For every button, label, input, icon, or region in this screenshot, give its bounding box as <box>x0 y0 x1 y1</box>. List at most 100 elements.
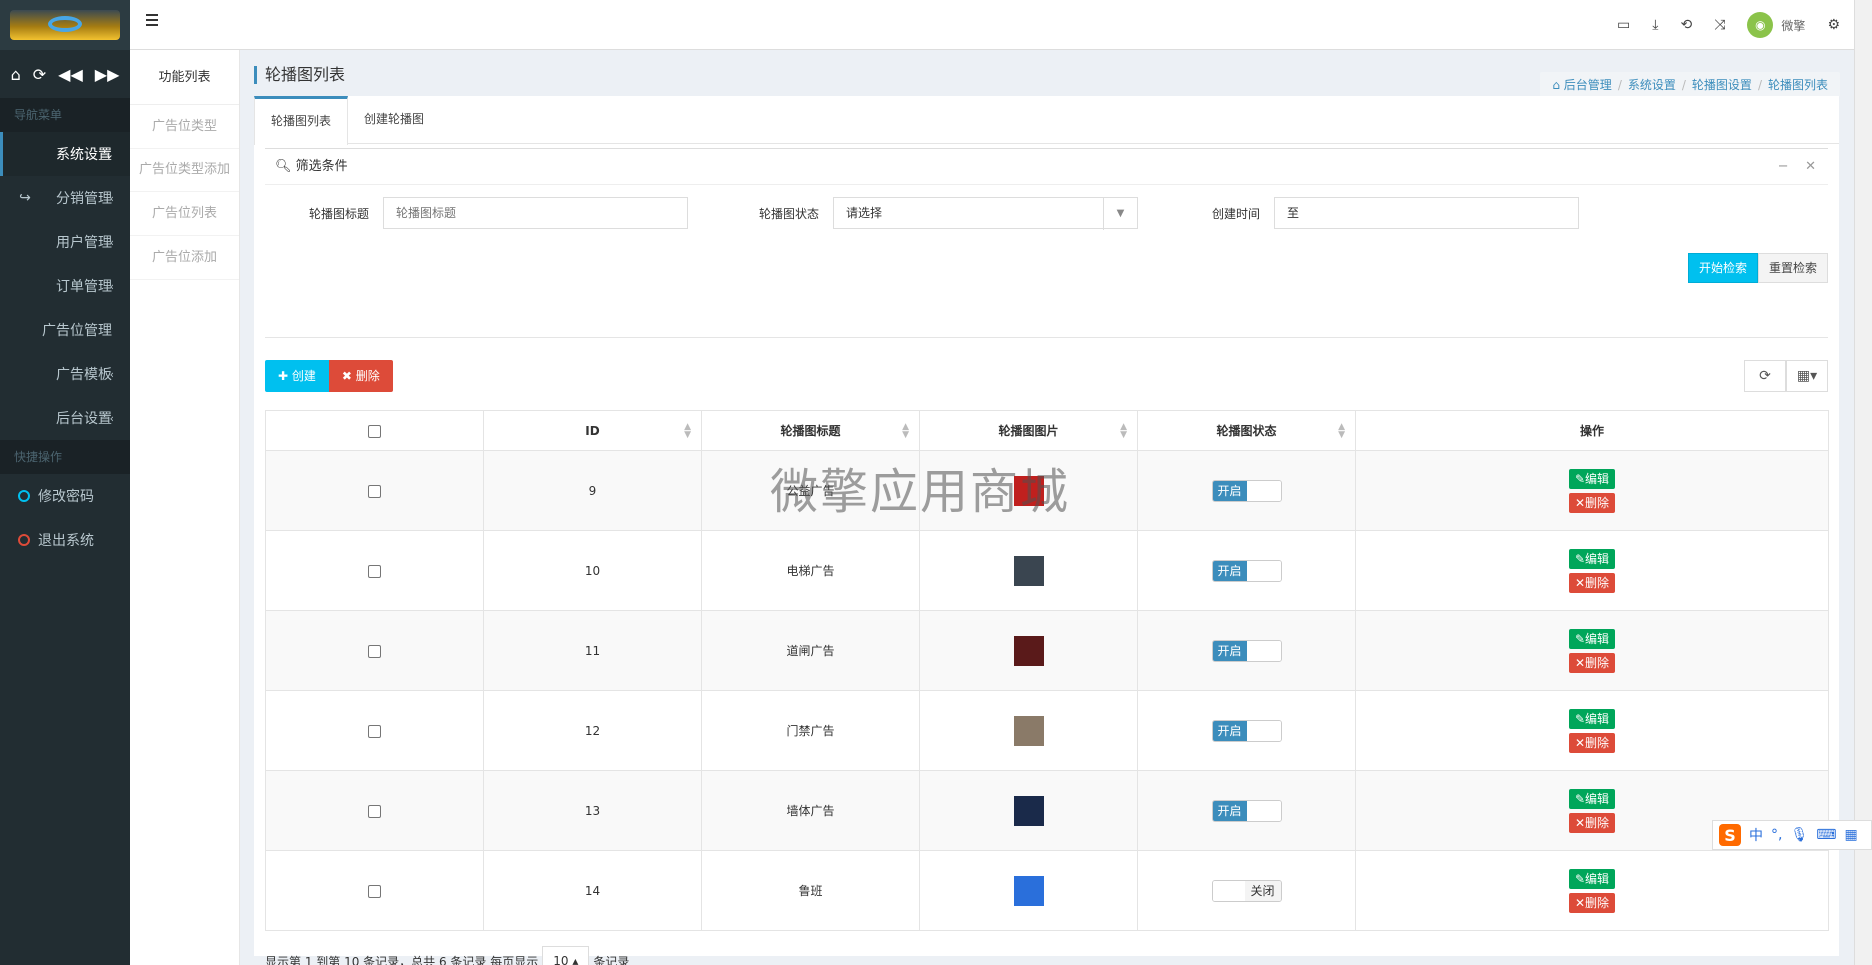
row-checkbox[interactable] <box>368 884 381 898</box>
refresh-icon[interactable]: ⟲ <box>1680 17 1692 33</box>
title-search-input[interactable] <box>383 197 688 229</box>
row-checkbox[interactable] <box>368 804 381 818</box>
status-select[interactable]: 请选择 ▼ <box>833 197 1138 230</box>
sub-item-add-ad-slot[interactable]: 广告位添加 <box>130 236 239 280</box>
tab-create[interactable]: 创建轮播图 <box>348 96 440 143</box>
row-select-cell <box>265 850 484 931</box>
sidebar-item-system-settings[interactable]: 系统设置 ⌄ <box>0 132 130 176</box>
shuffle-icon[interactable]: ⤨ <box>1714 17 1725 33</box>
sidebar-item-users[interactable]: 用户管理 ‹ <box>0 220 130 264</box>
monitor-icon[interactable]: ▭ <box>1617 17 1630 33</box>
circle-icon <box>18 534 30 546</box>
filter-time-group: 创建时间 至 <box>1180 197 1579 229</box>
home-icon[interactable]: ⌂ <box>11 65 21 84</box>
breadcrumb-home[interactable]: ⌂ 后台管理 <box>1552 78 1611 92</box>
cell-status: 开启 <box>1137 610 1356 691</box>
delete-button[interactable]: ✖ 删除 <box>328 360 393 392</box>
breadcrumb-item[interactable]: 系统设置 <box>1628 78 1676 92</box>
row-delete-button[interactable]: ✕删除 <box>1568 812 1616 833</box>
toggle-label: 开启 <box>1212 560 1247 581</box>
status-toggle[interactable]: 开启 <box>1211 799 1282 822</box>
banner-thumbnail[interactable] <box>1013 715 1044 746</box>
gear-icon[interactable]: ⚙ <box>1827 17 1840 33</box>
select-all-checkbox[interactable] <box>368 424 381 438</box>
sidebar-item-distribution[interactable]: ↪ 分销管理 ‹ <box>0 176 130 220</box>
date-range-input[interactable]: 至 <box>1274 197 1579 229</box>
punctuation-icon[interactable]: °, <box>1771 827 1782 843</box>
row-delete-button[interactable]: ✕删除 <box>1568 572 1616 593</box>
column-header-image[interactable]: 轮播图图片 ▲ ▼ <box>919 410 1138 451</box>
sidebar-item-admin-settings[interactable]: 后台设置 ‹ <box>0 396 130 440</box>
column-header-title[interactable]: 轮播图标题 ▲ ▼ <box>701 410 920 451</box>
edit-icon: ✎ <box>1574 551 1586 566</box>
edit-button[interactable]: ✎编辑 <box>1568 628 1616 649</box>
chevron-left-icon: ‹ <box>109 279 114 293</box>
cell-status: 开启 <box>1137 690 1356 771</box>
banner-thumbnail[interactable] <box>1013 475 1044 506</box>
banner-thumbnail[interactable] <box>1013 875 1044 906</box>
sidebar-item-orders[interactable]: 订单管理 ‹ <box>0 264 130 308</box>
banner-thumbnail[interactable] <box>1013 555 1044 586</box>
edit-button[interactable]: ✎编辑 <box>1568 788 1616 809</box>
edit-button[interactable]: ✎编辑 <box>1568 868 1616 889</box>
row-delete-button[interactable]: ✕删除 <box>1568 732 1616 753</box>
forward-icon[interactable]: ▶▶ <box>95 65 120 84</box>
grid-icon[interactable]: ▦ <box>1844 827 1857 843</box>
row-checkbox[interactable] <box>368 564 381 578</box>
sub-item-add-ad-slot-type[interactable]: 广告位类型添加 <box>130 149 239 192</box>
columns-button[interactable]: ▦▾ <box>1786 360 1828 392</box>
sidebar-item-label: 修改密码 <box>38 489 94 505</box>
row-delete-button[interactable]: ✕删除 <box>1568 892 1616 913</box>
reset-button[interactable]: 重置检索 <box>1757 253 1828 283</box>
sub-item-ad-slot-types[interactable]: 广告位类型 <box>130 105 239 149</box>
column-header-id[interactable]: ID ▲ ▼ <box>483 410 702 451</box>
breadcrumb-item[interactable]: 轮播图列表 <box>1768 78 1828 92</box>
breadcrumb-item[interactable]: 轮播图设置 <box>1692 78 1752 92</box>
refresh-icon[interactable]: ⟳ <box>33 65 46 84</box>
chevron-left-icon: ‹ <box>109 367 114 381</box>
refresh-button[interactable]: ⟳ <box>1744 360 1786 392</box>
user-name: 微擎 <box>1781 18 1806 33</box>
sub-item-ad-slot-list[interactable]: 广告位列表 <box>130 192 239 236</box>
user-menu[interactable]: ◉ 微擎 <box>1747 12 1805 38</box>
banner-thumbnail[interactable] <box>1013 795 1044 826</box>
microphone-icon[interactable]: 🎙︎ <box>1790 827 1808 843</box>
search-button[interactable]: 开始检索 <box>1687 253 1758 283</box>
keyboard-icon[interactable]: ⌨ <box>1816 827 1836 843</box>
edit-button[interactable]: ✎编辑 <box>1568 548 1616 569</box>
cell-image <box>919 530 1138 611</box>
status-toggle[interactable]: 关闭 <box>1211 879 1282 902</box>
tab-list[interactable]: 轮播图列表 <box>254 96 349 145</box>
ime-toolbar[interactable]: S 中 °, 🎙︎ ⌨ ▦ <box>1712 820 1872 850</box>
menu-toggle-icon[interactable] <box>146 14 158 26</box>
row-checkbox[interactable] <box>368 484 381 498</box>
edit-button[interactable]: ✎编辑 <box>1568 708 1616 729</box>
column-header-status[interactable]: 轮播图状态 ▲ ▼ <box>1137 410 1356 451</box>
status-toggle[interactable]: 开启 <box>1211 719 1282 742</box>
quick-section-header: 快捷操作 <box>0 440 130 474</box>
row-checkbox[interactable] <box>368 724 381 738</box>
logo[interactable] <box>0 0 130 50</box>
status-toggle[interactable]: 开启 <box>1211 559 1282 582</box>
status-toggle[interactable]: 开启 <box>1211 479 1282 502</box>
status-toggle[interactable]: 开启 <box>1211 639 1282 662</box>
collapse-icon[interactable]: − <box>1778 159 1789 174</box>
download-icon[interactable]: ⤓ <box>1652 17 1658 33</box>
page-title: 轮播图列表 <box>254 66 345 84</box>
page-size-select[interactable]: 10 ▴ <box>542 946 590 965</box>
row-delete-button[interactable]: ✕删除 <box>1568 652 1616 673</box>
close-icon[interactable]: ✕ <box>1805 159 1816 174</box>
edit-button[interactable]: ✎编辑 <box>1568 468 1616 489</box>
back-icon[interactable]: ◀◀ <box>58 65 83 84</box>
row-delete-button[interactable]: ✕删除 <box>1568 492 1616 513</box>
create-button[interactable]: ✚ 创建 <box>265 360 329 392</box>
cell-id: 11 <box>483 610 702 691</box>
cell-status: 开启 <box>1137 450 1356 531</box>
row-checkbox[interactable] <box>368 644 381 658</box>
sidebar-item-change-password[interactable]: 修改密码 <box>0 474 130 518</box>
sidebar-item-ad-slots[interactable]: 广告位管理 <box>0 308 130 352</box>
banner-thumbnail[interactable] <box>1013 635 1044 666</box>
sidebar-item-ad-templates[interactable]: 广告模板 ‹ <box>0 352 130 396</box>
filter-buttons: 开始检索 重置检索 <box>1687 253 1828 283</box>
sidebar-item-logout[interactable]: 退出系统 <box>0 518 130 562</box>
